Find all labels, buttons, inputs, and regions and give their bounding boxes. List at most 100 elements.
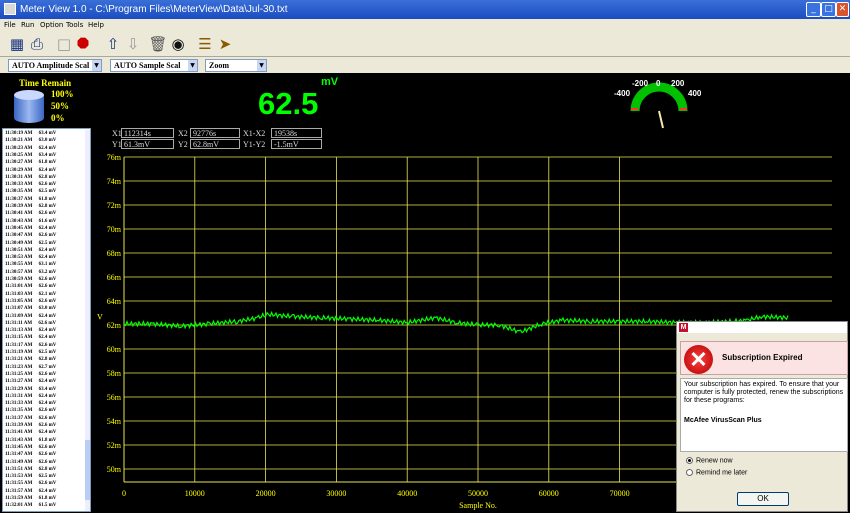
download-arrow-icon[interactable]: ⇩ xyxy=(123,34,143,54)
log-time: 11:31:45 AM xyxy=(5,444,34,450)
print-icon[interactable]: ⎙ xyxy=(27,34,47,54)
log-time: 11:30:37 AM xyxy=(5,196,34,202)
ok-button[interactable]: OK xyxy=(737,492,789,506)
log-row: 11:31:21 AM 62.8 mV xyxy=(5,357,56,363)
radio-unselected-icon[interactable] xyxy=(686,469,693,476)
level-100: 100% xyxy=(51,89,74,99)
log-time: 11:31:53 AM xyxy=(5,474,34,480)
maximize-button[interactable]: □ xyxy=(821,2,836,17)
chevron-down-icon[interactable]: ▼ xyxy=(92,60,101,71)
log-value: 62.6 mV xyxy=(38,284,57,290)
log-time: 11:30:33 AM xyxy=(5,182,34,188)
time-remain-label: Time Remain xyxy=(19,78,72,88)
log-time: 11:31:37 AM xyxy=(5,415,34,421)
log-row: 11:30:55 AM 63.1 mV xyxy=(5,262,56,268)
log-time: 11:31:41 AM xyxy=(5,430,34,436)
minimize-button[interactable]: _ xyxy=(806,2,821,17)
log-time: 11:30:55 AM xyxy=(5,262,34,268)
menu-run[interactable]: Run xyxy=(21,19,34,31)
trash-icon[interactable]: 🗑 xyxy=(148,34,168,54)
y-tick-label: 74m xyxy=(107,177,122,186)
log-value: 62.6 mV xyxy=(38,459,57,465)
renew-now-radio[interactable]: Renew now xyxy=(686,457,733,464)
scrollbar-thumb[interactable] xyxy=(85,440,90,500)
y-tick-label: 52m xyxy=(107,441,122,450)
log-time: 11:30:35 AM xyxy=(5,189,34,195)
stop-icon[interactable]: ⯃ xyxy=(73,34,93,54)
chevron-down-icon[interactable]: ▼ xyxy=(188,60,197,71)
log-value: 63.2 mV xyxy=(38,269,57,275)
error-icon: ✕ xyxy=(684,345,713,374)
x2-value: 92776s xyxy=(190,128,240,138)
log-value: 62.5 mV xyxy=(38,350,57,355)
log-row: 11:31:53 AM 62.5 mV xyxy=(5,474,56,480)
y-tick-label: 70m xyxy=(107,225,122,234)
reading-log-list[interactable]: 11:30:19 AM 63.4 mV 11:30:21 AM 63.0 mV 11… xyxy=(2,128,91,512)
menu-help[interactable]: Help xyxy=(88,19,104,31)
dy-label: Y1-Y2 xyxy=(243,140,266,149)
menu-option[interactable]: Option xyxy=(40,19,63,31)
log-row: 11:31:51 AM 62.8 mV xyxy=(5,467,56,473)
log-row: 11:31:15 AM 62.4 mV xyxy=(5,335,56,341)
dialog-body: Your subscription has expired. To ensure… xyxy=(680,378,848,452)
log-value: 62.4 mV xyxy=(38,145,57,151)
books-icon[interactable]: ☰ xyxy=(195,34,215,54)
log-row: 11:31:03 AM 62.1 mV xyxy=(5,292,56,298)
log-time: 11:31:57 AM xyxy=(5,488,34,494)
sample-scale-select[interactable]: AUTO Sample Scal ▼ xyxy=(110,59,198,72)
dialog-message: Your subscription has expired. To ensure… xyxy=(684,381,844,404)
log-row: 11:30:27 AM 61.8 mV xyxy=(5,160,56,166)
log-value: 61.8 mV xyxy=(38,496,57,501)
binoculars-icon[interactable]: ◉ xyxy=(168,34,188,54)
zoom-select[interactable]: Zoom ▼ xyxy=(205,59,267,72)
log-value: 62.6 mV xyxy=(38,423,57,428)
log-time: 11:31:31 AM xyxy=(5,393,34,399)
log-row: 11:30:41 AM 62.6 mV xyxy=(5,211,56,217)
gauge-label: -200 xyxy=(632,79,649,88)
log-time: 11:31:01 AM xyxy=(5,284,34,290)
gauge-label: 0 xyxy=(656,79,661,88)
log-time: 11:30:53 AM xyxy=(5,255,34,261)
reading-unit: mV xyxy=(321,76,339,88)
x-tick-label: 50000 xyxy=(468,489,488,498)
disabled-chart-icon[interactable]: □ xyxy=(54,34,74,54)
log-value: 62.6 mV xyxy=(38,277,57,282)
gauge-label: 400 xyxy=(688,89,702,98)
app-icon xyxy=(4,3,16,15)
upload-arrow-icon[interactable]: ⇧ xyxy=(103,34,123,54)
y-axis-label: V xyxy=(97,313,103,322)
log-value: 62.5 mV xyxy=(38,240,57,246)
remind-later-label: Remind me later xyxy=(696,469,748,477)
log-value: 62.6 mV xyxy=(38,408,57,414)
log-row: 11:31:45 AM 62.6 mV xyxy=(5,445,56,451)
x1-value: 112314s xyxy=(121,128,174,138)
log-value: 62.8 mV xyxy=(38,174,57,180)
log-value: 63.4 mV xyxy=(38,386,57,392)
log-value: 62.6 mV xyxy=(38,182,57,188)
y-tick-label: 68m xyxy=(107,249,122,258)
log-row: 11:30:33 AM 62.6 mV xyxy=(5,182,56,188)
menu-file[interactable]: File xyxy=(4,19,16,31)
log-time: 11:31:17 AM xyxy=(5,342,34,348)
radio-selected-icon[interactable] xyxy=(686,457,693,464)
log-time: 11:30:25 AM xyxy=(5,152,34,158)
log-time: 11:30:45 AM xyxy=(5,225,34,231)
log-row: 11:30:35 AM 62.5 mV xyxy=(5,189,56,195)
save-icon[interactable]: ▦ xyxy=(7,34,27,54)
log-value: 62.6 mV xyxy=(38,452,57,458)
log-time: 11:30:19 AM xyxy=(5,131,34,136)
remind-later-radio[interactable]: Remind me later xyxy=(686,469,747,476)
y2-label: Y2 xyxy=(178,140,188,149)
log-value: 62.4 mV xyxy=(38,313,57,319)
amplitude-scale-select[interactable]: AUTO Amplitude Scal ▼ xyxy=(8,59,102,72)
log-row: 11:30:29 AM 62.4 mV xyxy=(5,168,56,174)
level-0: 0% xyxy=(51,113,65,123)
close-button[interactable]: ✕ xyxy=(836,2,849,17)
exit-door-icon[interactable]: ➤ xyxy=(215,34,235,54)
log-time: 11:31:03 AM xyxy=(5,291,34,297)
log-scrollbar[interactable] xyxy=(85,130,90,511)
chevron-down-icon[interactable]: ▼ xyxy=(257,60,266,71)
menu-tools[interactable]: Tools xyxy=(66,19,83,31)
cursor-readout: X1 112314s X2 92776s X1-X2 19538s Y1 61.… xyxy=(106,128,336,152)
zoom-value: Zoom xyxy=(209,61,229,70)
